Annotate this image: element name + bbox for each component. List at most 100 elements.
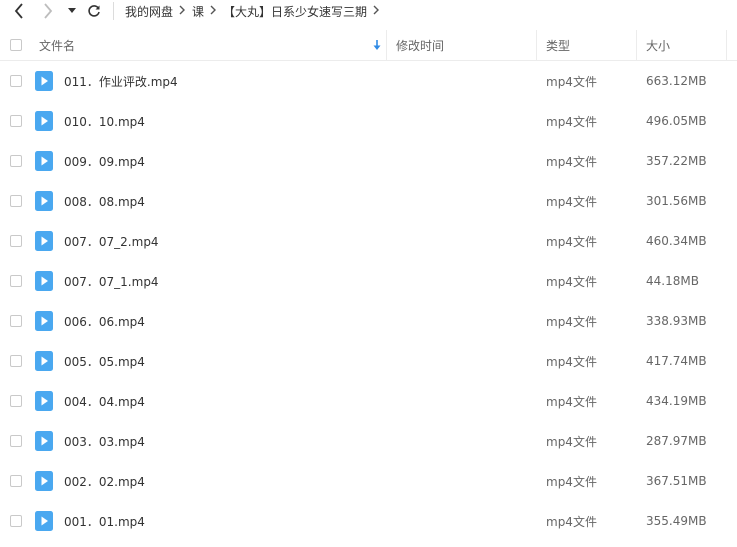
file-type: mp4文件 — [546, 114, 597, 129]
video-file-icon — [35, 271, 53, 291]
file-size: 367.51MB — [646, 474, 707, 488]
file-type: mp4文件 — [546, 514, 597, 529]
file-size: 496.05MB — [646, 114, 707, 128]
file-type: mp4文件 — [546, 234, 597, 249]
file-row[interactable]: 011．作业评改.mp4 mp4文件 663.12MB — [0, 61, 737, 101]
triangle-down-icon — [68, 8, 76, 13]
history-dropdown-button[interactable] — [65, 0, 79, 22]
column-header-modified-label: 修改时间 — [396, 38, 445, 53]
file-row[interactable]: 009．09.mp4 mp4文件 357.22MB — [0, 141, 737, 181]
back-button[interactable] — [8, 0, 30, 22]
row-checkbox[interactable] — [10, 115, 22, 127]
column-header-type-label: 类型 — [546, 38, 571, 53]
video-file-icon — [35, 111, 53, 131]
breadcrumb-item-my-drive[interactable]: 我的网盘 — [125, 3, 173, 20]
toolbar-divider — [113, 2, 114, 20]
column-header-modified[interactable]: 修改时间 — [396, 30, 444, 60]
video-file-icon — [35, 351, 53, 371]
row-checkbox[interactable] — [10, 275, 22, 287]
row-checkbox[interactable] — [10, 155, 22, 167]
file-row[interactable]: 007．07_1.mp4 mp4文件 44.18MB — [0, 261, 737, 301]
row-checkbox[interactable] — [10, 75, 22, 87]
file-name[interactable]: 007．07_2.mp4 — [64, 221, 159, 261]
refresh-icon — [88, 5, 100, 17]
file-type: mp4文件 — [546, 74, 597, 89]
select-all-checkbox[interactable] — [10, 39, 22, 51]
row-checkbox[interactable] — [10, 435, 22, 447]
file-size: 338.93MB — [646, 314, 707, 328]
chevron-left-icon — [14, 3, 23, 19]
breadcrumb-item-current-folder[interactable]: 【大丸】日系少女速写三期 — [223, 3, 367, 20]
file-size: 663.12MB — [646, 74, 707, 88]
file-row[interactable]: 002．02.mp4 mp4文件 367.51MB — [0, 461, 737, 501]
column-divider[interactable] — [636, 30, 637, 60]
file-size: 357.22MB — [646, 154, 707, 168]
file-size: 460.34MB — [646, 234, 707, 248]
file-size: 355.49MB — [646, 514, 707, 528]
breadcrumb-separator-icon — [179, 4, 186, 18]
breadcrumb: 我的网盘 课 【大丸】日系少女速写三期 — [125, 0, 386, 22]
row-checkbox[interactable] — [10, 355, 22, 367]
file-type: mp4文件 — [546, 154, 597, 169]
column-header-type[interactable]: 类型 — [546, 30, 570, 60]
file-row[interactable]: 008．08.mp4 mp4文件 301.56MB — [0, 181, 737, 221]
file-name[interactable]: 008．08.mp4 — [64, 181, 145, 221]
file-name[interactable]: 003．03.mp4 — [64, 421, 145, 461]
file-row[interactable]: 004．04.mp4 mp4文件 434.19MB — [0, 381, 737, 421]
file-type: mp4文件 — [546, 274, 597, 289]
row-checkbox[interactable] — [10, 315, 22, 327]
row-checkbox[interactable] — [10, 475, 22, 487]
file-name[interactable]: 006．06.mp4 — [64, 301, 145, 341]
file-row[interactable]: 007．07_2.mp4 mp4文件 460.34MB — [0, 221, 737, 261]
file-row[interactable]: 010．10.mp4 mp4文件 496.05MB — [0, 101, 737, 141]
file-name[interactable]: 005．05.mp4 — [64, 341, 145, 381]
file-type: mp4文件 — [546, 194, 597, 209]
file-name[interactable]: 011．作业评改.mp4 — [64, 61, 178, 101]
column-divider[interactable] — [726, 30, 727, 60]
breadcrumb-item-course[interactable]: 课 — [192, 3, 204, 20]
row-checkbox[interactable] — [10, 195, 22, 207]
file-size: 287.97MB — [646, 434, 707, 448]
row-checkbox[interactable] — [10, 235, 22, 247]
forward-button[interactable] — [37, 0, 59, 22]
breadcrumb-separator-icon — [210, 4, 217, 18]
video-file-icon — [35, 391, 53, 411]
file-name[interactable]: 001．01.mp4 — [64, 501, 145, 541]
file-row[interactable]: 001．01.mp4 mp4文件 355.49MB — [0, 501, 737, 541]
file-name[interactable]: 010．10.mp4 — [64, 101, 145, 141]
video-file-icon — [35, 311, 53, 331]
column-divider[interactable] — [536, 30, 537, 60]
file-name[interactable]: 007．07_1.mp4 — [64, 261, 159, 301]
sort-down-arrow-icon[interactable] — [373, 30, 381, 60]
file-row[interactable]: 003．03.mp4 mp4文件 287.97MB — [0, 421, 737, 461]
file-list-header: 文件名 修改时间 类型 大小 — [0, 30, 737, 61]
file-size: 44.18MB — [646, 274, 699, 288]
column-header-name-label: 文件名 — [39, 38, 76, 53]
file-type: mp4文件 — [546, 434, 597, 449]
file-name[interactable]: 009．09.mp4 — [64, 141, 145, 181]
chevron-right-icon — [44, 3, 53, 19]
breadcrumb-expand-icon[interactable] — [373, 4, 380, 18]
file-type: mp4文件 — [546, 314, 597, 329]
file-size: 434.19MB — [646, 394, 707, 408]
column-divider[interactable] — [386, 30, 387, 60]
file-size: 417.74MB — [646, 354, 707, 368]
file-type: mp4文件 — [546, 474, 597, 489]
video-file-icon — [35, 431, 53, 451]
video-file-icon — [35, 71, 53, 91]
video-file-icon — [35, 151, 53, 171]
column-header-size[interactable]: 大小 — [646, 30, 670, 60]
file-name[interactable]: 004．04.mp4 — [64, 381, 145, 421]
file-row[interactable]: 005．05.mp4 mp4文件 417.74MB — [0, 341, 737, 381]
file-type: mp4文件 — [546, 354, 597, 369]
column-header-size-label: 大小 — [646, 38, 671, 53]
file-type: mp4文件 — [546, 394, 597, 409]
row-checkbox[interactable] — [10, 515, 22, 527]
row-checkbox[interactable] — [10, 395, 22, 407]
refresh-button[interactable] — [85, 0, 103, 22]
file-name[interactable]: 002．02.mp4 — [64, 461, 145, 501]
file-size: 301.56MB — [646, 194, 707, 208]
file-row[interactable]: 006．06.mp4 mp4文件 338.93MB — [0, 301, 737, 341]
video-file-icon — [35, 231, 53, 251]
column-header-name[interactable]: 文件名 — [39, 30, 75, 60]
